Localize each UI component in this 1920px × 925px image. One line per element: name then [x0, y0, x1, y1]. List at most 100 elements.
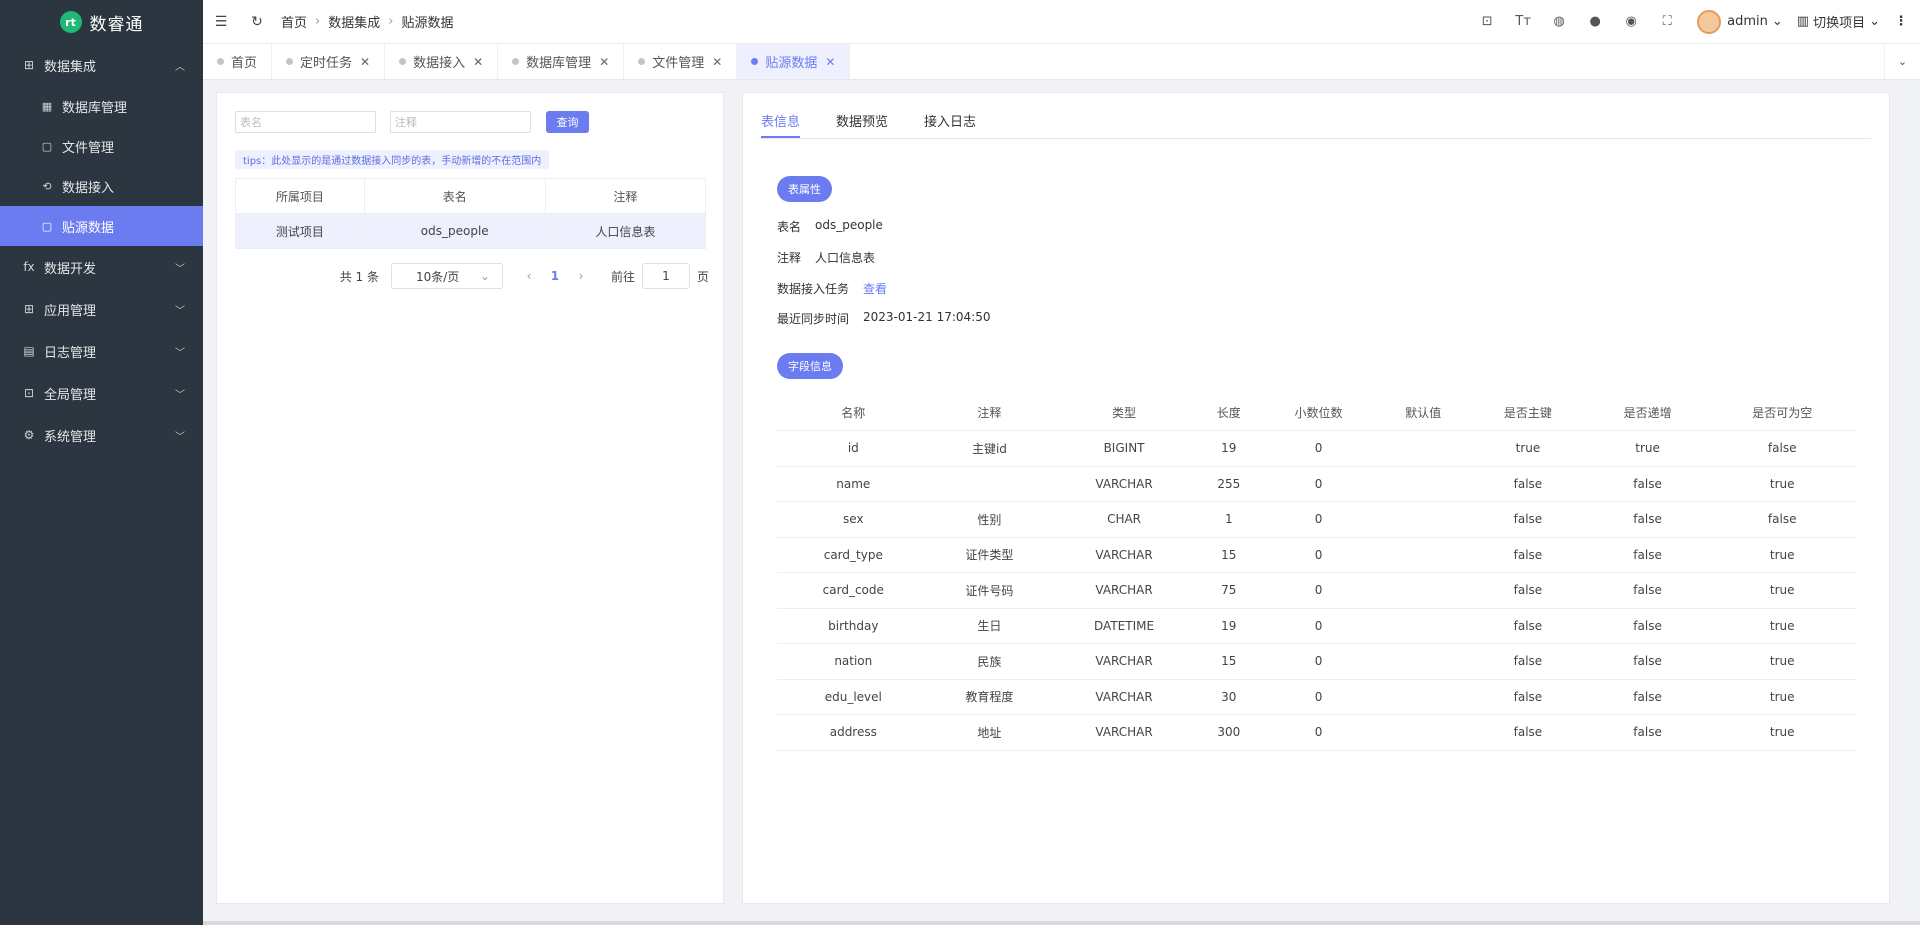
field-cell	[1378, 537, 1469, 573]
sidebar-group-label: 系统管理	[44, 429, 97, 445]
chevron-down-icon: ⌄	[1869, 14, 1880, 29]
sidebar-group-5[interactable]: ⚙ 系统管理 ﹀	[0, 414, 203, 456]
close-icon[interactable]: ✕	[712, 55, 722, 69]
sidebar-group-label: 数据集成	[44, 59, 97, 75]
page-unit-label: 页	[696, 269, 709, 284]
tab-0[interactable]: 首页	[203, 44, 273, 79]
field-column-header: 默认值	[1378, 395, 1469, 431]
sidebar-group-3[interactable]: ▤ 日志管理 ﹀	[0, 330, 203, 372]
goto-page-input[interactable]: 1	[641, 263, 690, 289]
field-cell: 30	[1198, 679, 1259, 715]
fullscreen-icon[interactable]: ⛶	[1649, 14, 1685, 29]
field-column-header: 名称	[777, 395, 930, 431]
table-cell: 测试项目	[235, 213, 365, 249]
table-cell: 人口信息表	[544, 213, 707, 249]
sidebar-group-0[interactable]: ⊞ 数据集成 ︿	[0, 44, 203, 86]
field-cell: 19	[1198, 430, 1259, 467]
field-cell	[1378, 466, 1469, 502]
user-menu[interactable]: admin ⌄	[1727, 14, 1783, 29]
close-icon[interactable]: ✕	[599, 55, 609, 69]
database-icon: ▦	[41, 99, 53, 113]
table-name-input[interactable]: 表名	[235, 111, 376, 133]
avatar[interactable]	[1697, 9, 1722, 34]
tab-dot-icon	[286, 58, 294, 65]
field-cell: 0	[1258, 537, 1379, 573]
field-cell: false	[1587, 608, 1708, 644]
app-logo[interactable]: rt 数睿通	[0, 0, 203, 44]
tab-3[interactable]: 数据库管理 ✕	[498, 44, 625, 79]
query-button[interactable]: 查询	[546, 111, 589, 133]
breadcrumb-item-home[interactable]: 首页	[281, 12, 307, 31]
tab-4[interactable]: 文件管理 ✕	[624, 44, 738, 79]
collapse-menu-icon[interactable]: ☰	[203, 14, 239, 30]
tab-5[interactable]: 贴源数据 ✕	[737, 44, 851, 79]
chevron-down-icon: ⌄	[1771, 14, 1783, 29]
field-row: name VARCHAR 255 0 false false true	[777, 466, 1857, 502]
github-icon[interactable]: ●	[1577, 14, 1613, 29]
field-cell: false	[1468, 679, 1588, 715]
image-icon[interactable]: ⊡	[1469, 14, 1505, 29]
field-cell: VARCHAR	[1049, 679, 1199, 715]
field-cell: true	[1707, 679, 1857, 715]
sidebar-item-label: 贴源数据	[62, 220, 115, 236]
sidebar-item-0-1[interactable]: ▢ 文件管理	[0, 126, 203, 166]
tab-dot-icon	[217, 58, 224, 65]
prop-access-task: 数据接入任务 查看	[777, 280, 887, 297]
chevron-down-icon: ﹀	[175, 263, 185, 275]
field-cell	[1378, 643, 1469, 680]
sidebar-group-2[interactable]: ⊞ 应用管理 ﹀	[0, 288, 203, 330]
page-number[interactable]: 1	[543, 269, 567, 283]
detail-tab-1[interactable]: 数据预览	[836, 111, 888, 138]
table-list-panel: 表名 注释 查询 tips：此处显示的是通过数据接入同步的表，手动新增的不在范围…	[216, 92, 724, 904]
field-cell: false	[1468, 643, 1588, 680]
next-page-icon[interactable]: ›	[567, 269, 595, 283]
font-size-icon[interactable]: Tт	[1505, 14, 1541, 29]
column-header: 表名	[363, 178, 546, 214]
page-size-select[interactable]: 10条/页 ⌄	[390, 263, 503, 289]
field-cell: 0	[1258, 466, 1379, 502]
field-cell	[1378, 430, 1469, 467]
field-cell: false	[1587, 679, 1708, 715]
building-icon: ▥	[1796, 14, 1810, 29]
table-icon: ▢	[41, 219, 53, 233]
close-icon[interactable]: ✕	[473, 55, 483, 69]
table-list: 所属项目 表名 注释 测试项目 ods_people 人口信息表	[235, 178, 707, 249]
gitee-icon[interactable]: ◉	[1613, 14, 1649, 29]
header-actions: ⊡ Tт ◍ ● ◉ ⛶ admin ⌄ ▥ 切换项目 ⌄ ⋮	[1469, 9, 1920, 34]
bottom-scrollbar[interactable]	[203, 921, 1920, 925]
refresh-icon[interactable]: ↻	[239, 14, 275, 30]
sidebar-group-1[interactable]: fx 数据开发 ﹀	[0, 246, 203, 288]
breadcrumb-item-current: 贴源数据	[401, 16, 454, 31]
field-cell: false	[1587, 714, 1708, 751]
field-cell: 19	[1198, 608, 1259, 644]
sidebar-item-0-2[interactable]: ⟲ 数据接入	[0, 166, 203, 206]
view-task-link[interactable]: 查看	[863, 280, 887, 297]
field-cell: true	[1707, 572, 1857, 609]
sidebar-item-0-0[interactable]: ▦ 数据库管理	[0, 86, 203, 126]
tab-1[interactable]: 定时任务 ✕	[272, 44, 386, 79]
breadcrumb-item-integration[interactable]: 数据集成	[328, 12, 380, 31]
detail-tab-2[interactable]: 接入日志	[924, 111, 976, 138]
tab-2[interactable]: 数据接入 ✕	[385, 44, 499, 79]
field-cell: 生日	[929, 608, 1050, 644]
table-note-input[interactable]: 注释	[390, 111, 531, 133]
language-icon[interactable]: ◍	[1541, 14, 1577, 29]
field-cell: true	[1707, 608, 1857, 644]
prev-page-icon[interactable]: ‹	[515, 269, 543, 283]
field-cell	[1378, 501, 1469, 538]
sidebar-item-0-3[interactable]: ▢ 贴源数据	[0, 206, 203, 246]
table-cell: ods_people	[363, 213, 546, 249]
switch-project-button[interactable]: ▥ 切换项目 ⌄	[1797, 12, 1880, 31]
field-cell: false	[1707, 430, 1857, 467]
detail-tab-0[interactable]: 表信息	[761, 111, 801, 138]
sidebar-group-4[interactable]: ⊡ 全局管理 ﹀	[0, 372, 203, 414]
log-icon: ▤	[23, 344, 35, 358]
close-icon[interactable]: ✕	[825, 55, 835, 69]
more-vertical-icon[interactable]: ⋮	[1890, 14, 1912, 29]
field-cell: 0	[1258, 572, 1379, 609]
table-row[interactable]: 测试项目 ods_people 人口信息表	[235, 213, 707, 249]
close-icon[interactable]: ✕	[360, 55, 370, 69]
file-icon: ▢	[41, 139, 53, 153]
field-cell: address	[777, 714, 930, 751]
tab-menu-chevron-icon[interactable]: ⌄	[1884, 44, 1920, 79]
